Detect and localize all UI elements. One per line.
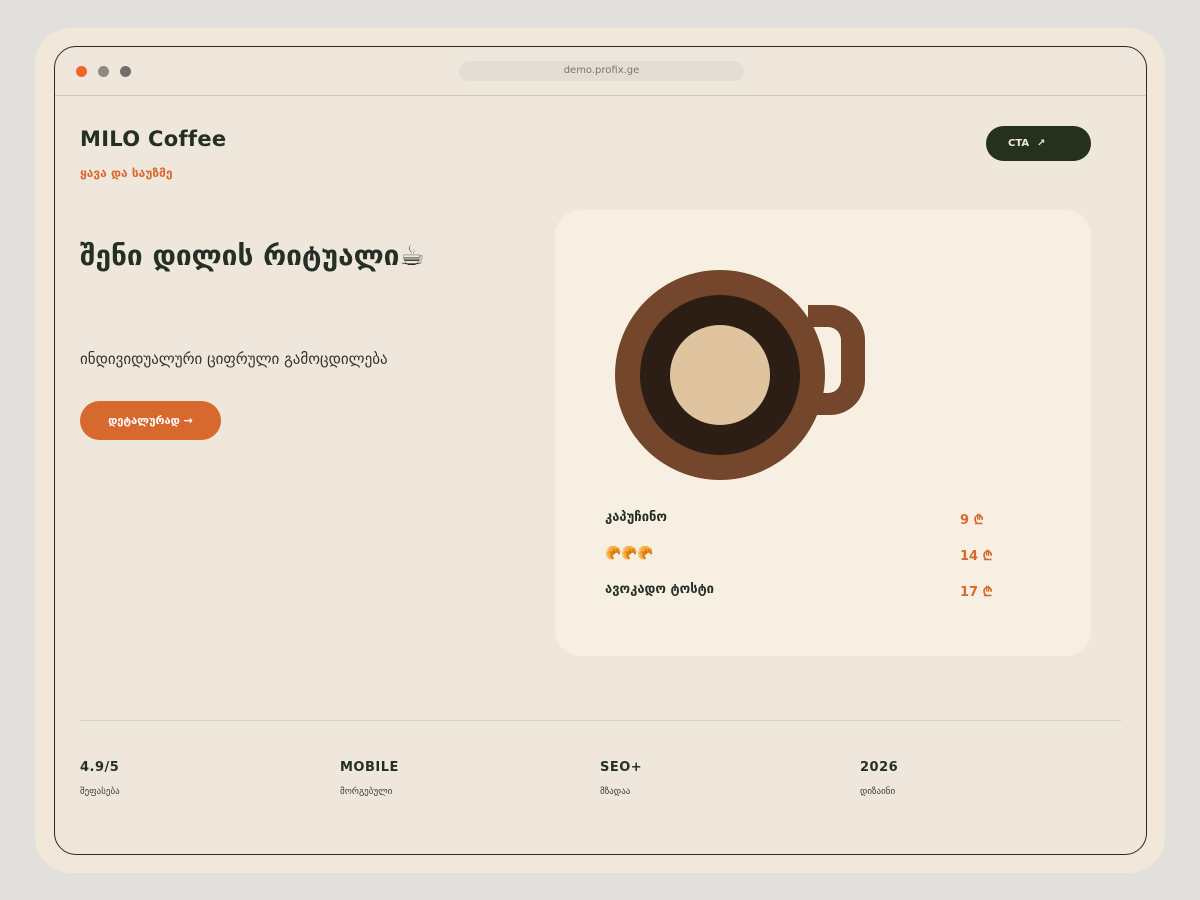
address-bar[interactable]: demo.profix.ge [459,61,744,81]
menu-item[interactable]: კაპუჩინო 9 ₾ [605,510,1005,530]
stat-value: 2026 [860,760,899,775]
stat-label: დიზაინი [860,787,896,797]
hero-subtitle: ინდივიდუალური ციფრული გამოცდილება [80,350,388,368]
brand-logo[interactable]: MILO Coffee [80,127,226,151]
menu-item[interactable]: ავოკადო ტოსტი 17 ₾ [605,582,1005,602]
stat-rating: 4.9/5 შეფასება [80,760,320,797]
browser-window: demo.profix.ge MILO Coffee ყავა და საუზმ… [54,46,1147,855]
cta-button[interactable]: CTA ↗ [986,126,1091,161]
stat-label: მზადაა [600,787,631,797]
menu-card: კაპუჩინო 9 ₾ 🥐🥐🥐 14 ₾ ავოკადო ტოსტი 17 ₾ [555,210,1091,656]
close-dot-icon[interactable] [76,66,87,77]
stat-seo: SEO+ მზადაა [600,760,840,797]
section-divider [80,720,1121,721]
browser-titlebar: demo.profix.ge [55,47,1146,96]
menu-item-name: კაპუჩინო [605,510,667,525]
arrow-up-right-icon: ↗ [1037,138,1046,149]
details-button[interactable]: დეტალურად → [80,401,221,440]
menu-item-name: ავოკადო ტოსტი [605,582,715,597]
stat-year: 2026 დიზაინი [860,760,1100,797]
stat-label: შეფასება [80,787,120,797]
maximize-dot-icon[interactable] [120,66,131,77]
stat-mobile: MOBILE მორგებული [340,760,580,797]
cta-label: CTA [1008,138,1030,149]
stat-value: MOBILE [340,760,399,775]
brand-tagline: ყავა და საუზმე [80,166,173,180]
coffee-cup-icon [615,270,865,480]
hero-title: შენი დილის რიტუალი☕ [80,239,425,272]
menu-item-price: 9 ₾ [960,513,984,528]
menu-item-name: 🥐🥐🥐 [605,546,654,561]
menu-item-price: 14 ₾ [960,549,993,564]
stat-value: 4.9/5 [80,760,120,775]
stat-value: SEO+ [600,760,643,775]
minimize-dot-icon[interactable] [98,66,109,77]
stat-label: მორგებული [340,787,393,797]
menu-item[interactable]: 🥐🥐🥐 14 ₾ [605,546,1005,566]
menu-item-price: 17 ₾ [960,585,993,600]
